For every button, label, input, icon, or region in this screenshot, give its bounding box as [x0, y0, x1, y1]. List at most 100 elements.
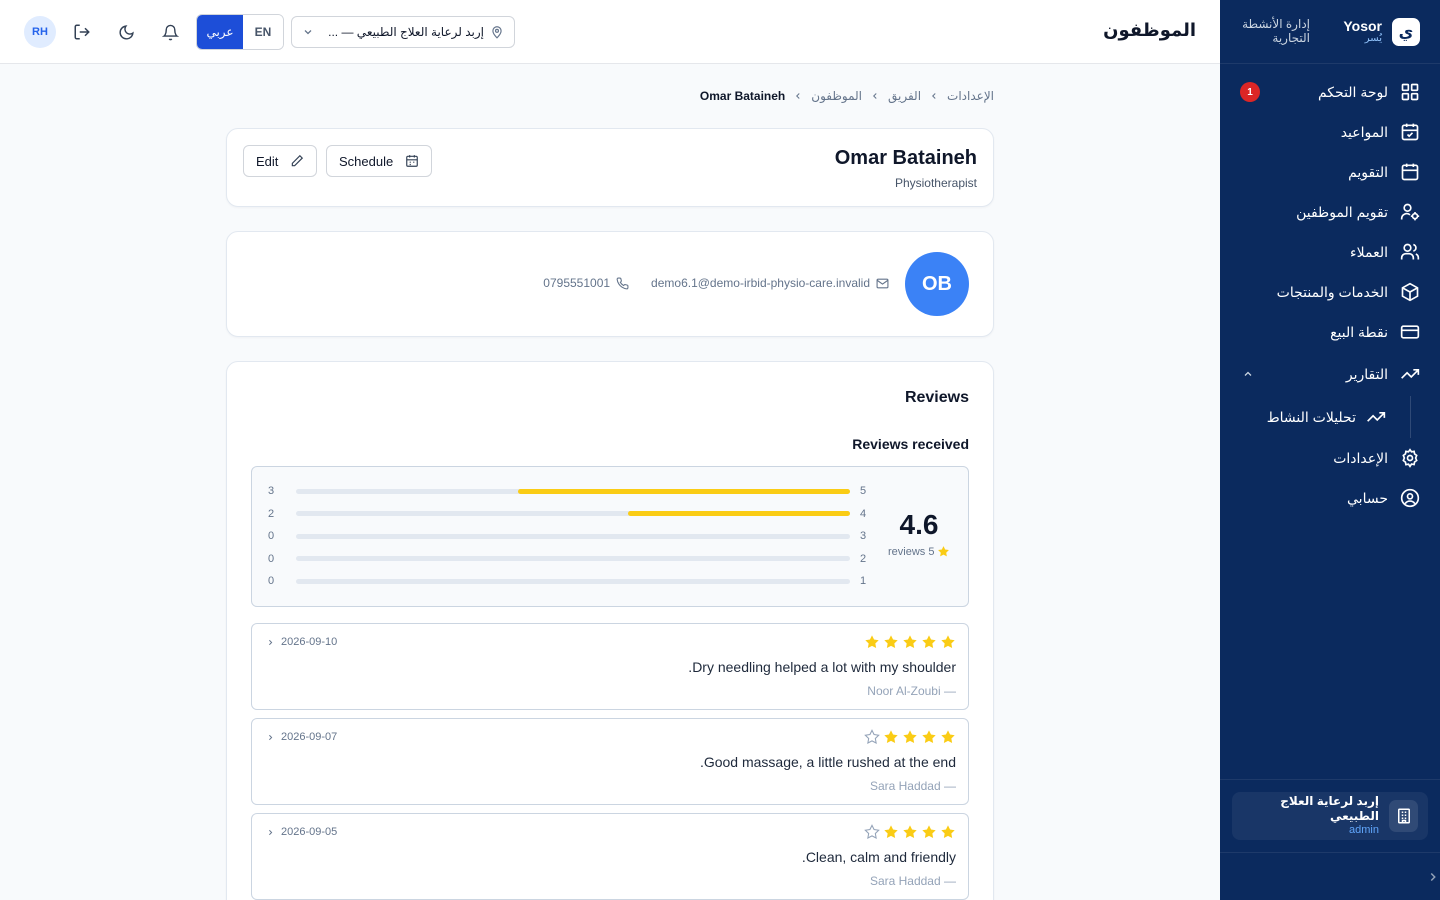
sidebar-item-label: الخدمات والمنتجات: [1276, 283, 1388, 300]
rating-distribution-row: 35: [268, 484, 868, 498]
employee-name: Omar Bataineh: [834, 147, 977, 169]
map-pin-icon: [492, 26, 502, 39]
review-date-text: 2026-09-05: [281, 826, 338, 838]
rating-bar-track: [296, 556, 850, 561]
review-item[interactable]: Clean, calm and friendly. — Sara Haddad 20…: [251, 813, 969, 900]
breadcrumb-team[interactable]: الفريق: [888, 89, 921, 103]
edit-button[interactable]: Edit: [243, 145, 318, 177]
chevron-left-icon: [793, 91, 803, 101]
employee-contact-card: OB demo6.1@demo-irbid-physio-care.invali…: [226, 231, 994, 337]
theme-toggle-button[interactable]: [112, 18, 140, 46]
star-empty-icon: [864, 824, 880, 839]
chevron-up-icon[interactable]: [1242, 368, 1254, 380]
sidebar-item-reports[interactable]: التقارير: [1220, 352, 1440, 396]
gear-icon: [1402, 448, 1418, 468]
location-select[interactable]: إربد لرعاية العلاج الطبيعي — ...: [291, 16, 515, 48]
review-date-text: 2026-09-07: [281, 731, 338, 743]
chevron-right-icon: [269, 829, 273, 835]
sidebar-collapse-button[interactable]: [1220, 852, 1440, 900]
sidebar-item-account[interactable]: حسابي: [1220, 478, 1440, 518]
sidebar-item-label: العملاء: [1350, 243, 1388, 260]
star-filled-icon: [922, 635, 936, 648]
star-filled-icon: [922, 730, 936, 743]
rating-bar-fill: [628, 511, 850, 516]
chevron-right-icon: [1430, 872, 1436, 881]
review-rating: [864, 634, 956, 650]
rating-bar-track: [296, 533, 850, 539]
breadcrumb-current: Omar Bataineh: [699, 89, 786, 103]
rating-bar-track: [296, 488, 850, 494]
review-rating: [864, 729, 956, 745]
sidebar-item-label: الإعدادات: [1333, 449, 1388, 466]
sidebar-item-staff-calendar[interactable]: تقويم الموظفين: [1220, 192, 1440, 232]
rating-star-level: 2: [860, 552, 867, 565]
user-avatar[interactable]: RH: [24, 16, 56, 48]
star-filled-icon: [903, 635, 917, 648]
rating-distribution-row: 03: [268, 529, 868, 543]
sidebar-item-calendar[interactable]: التقويم: [1220, 152, 1440, 192]
star-filled-icon: [941, 825, 955, 838]
review-author: — Sara Haddad: [869, 874, 956, 888]
employee-avatar: OB: [905, 252, 969, 316]
brand-name: Yosor: [1343, 17, 1382, 34]
review-count-label: 5 reviews: [888, 545, 935, 558]
credit-card-icon: [1400, 325, 1420, 339]
contact-info: demo6.1@demo-irbid-physio-care.invalid 0…: [543, 276, 889, 290]
reviews-card: Reviews Reviews received 4.6 5 reviews 3…: [226, 361, 994, 900]
sidebar-item-services[interactable]: الخدمات والمنتجات: [1220, 272, 1440, 312]
rating-count: 0: [268, 552, 275, 565]
phone-icon: [616, 277, 629, 289]
review-rating: [864, 824, 956, 840]
chevron-right-icon: [269, 734, 273, 740]
sidebar-item-pos[interactable]: نقطة البيع: [1220, 312, 1440, 352]
breadcrumb-settings[interactable]: الإعدادات: [947, 89, 994, 103]
sidebar-item-label: نقطة البيع: [1330, 323, 1388, 340]
rating-star-level: 4: [860, 507, 867, 520]
sidebar-subitem-analytics[interactable]: تحليلات النشاط: [1220, 396, 1440, 438]
schedule-button[interactable]: Schedule: [326, 145, 433, 177]
reviews-subtitle: Reviews received: [852, 436, 969, 452]
sidebar-item-dashboard[interactable]: لوحة التحكم 1: [1220, 72, 1440, 112]
brand[interactable]: ي Yosor يُسر إدارة الأنشطة التجارية: [1220, 0, 1440, 64]
sidebar-item-clients[interactable]: العملاء: [1220, 232, 1440, 272]
employee-header-card: Omar Bataineh Physiotherapist Edit Sched…: [226, 128, 994, 207]
lang-english-button[interactable]: EN: [243, 15, 283, 49]
language-switcher: عربي EN: [196, 14, 284, 50]
logout-button[interactable]: [68, 18, 96, 46]
review-text: Good massage, a little rushed at the end…: [699, 754, 956, 770]
rating-distribution-row: 02: [268, 552, 868, 566]
lang-arabic-button[interactable]: عربي: [197, 15, 243, 49]
sidebar-item-appointments[interactable]: المواعيد: [1220, 112, 1440, 152]
review-item[interactable]: Good massage, a little rushed at the end…: [251, 718, 969, 805]
sidebar-item-label: لوحة التحكم: [1317, 83, 1388, 100]
calendar-icon: [406, 155, 419, 167]
rating-star-level: 5: [860, 485, 867, 497]
review-count: 5 reviews: [888, 545, 950, 558]
user-circle-icon: [1400, 488, 1420, 508]
review-text: Clean, calm and friendly.: [801, 849, 956, 865]
logout-icon: [74, 24, 90, 40]
review-date: 2026-09-07: [266, 731, 337, 743]
chevron-left-icon: [870, 91, 880, 101]
employee-phone[interactable]: 0795551001: [543, 276, 610, 290]
tenant-section: إربد لرعاية العلاج الطبيعي admin: [1220, 779, 1440, 852]
rating-star-level: 1: [860, 575, 867, 587]
sidebar-item-settings[interactable]: الإعدادات: [1220, 438, 1440, 478]
employee-email[interactable]: demo6.1@demo-irbid-physio-care.invalid: [651, 276, 870, 290]
sidebar-item-label: تقويم الموظفين: [1296, 203, 1388, 220]
rating-bar-track: [296, 578, 850, 584]
star-filled-icon: [922, 825, 936, 838]
chevron-left-icon: [929, 91, 939, 101]
rating-count: 2: [268, 507, 275, 520]
review-author: — Noor Al-Zoubi: [867, 684, 956, 698]
tenant-role: admin: [1349, 824, 1379, 837]
star-empty-icon: [864, 729, 880, 744]
location-select-value: إربد لرعاية العلاج الطبيعي — ...: [328, 25, 484, 39]
breadcrumb-staff[interactable]: الموظفون: [811, 89, 862, 103]
sidebar-item-label: المواعيد: [1340, 123, 1388, 140]
review-item[interactable]: Dry needling helped a lot with my should…: [251, 623, 969, 710]
chevron-right-icon: [269, 639, 273, 645]
tenant-switcher[interactable]: إربد لرعاية العلاج الطبيعي admin: [1232, 792, 1428, 840]
rating-count: 0: [268, 530, 275, 542]
notifications-button[interactable]: [156, 18, 184, 46]
